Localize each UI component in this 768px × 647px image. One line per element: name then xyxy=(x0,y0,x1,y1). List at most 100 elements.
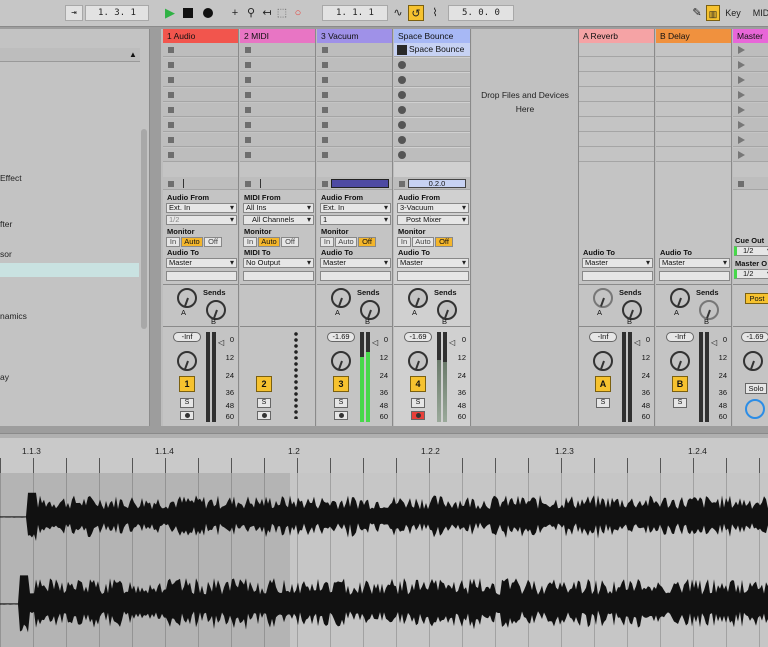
clip-slot[interactable] xyxy=(240,58,315,72)
session-record-icon[interactable]: ○ xyxy=(291,5,305,21)
loop-icon[interactable]: ↺ xyxy=(408,5,424,21)
output-select[interactable]: Master xyxy=(582,258,653,268)
browser-item[interactable]: sor xyxy=(0,249,12,259)
output-sub-select[interactable] xyxy=(243,271,314,281)
master-out-select[interactable]: 1/2 xyxy=(734,269,768,279)
output-select[interactable]: No Output xyxy=(243,258,314,268)
track-activator[interactable]: 4 xyxy=(410,376,426,392)
volume-field[interactable]: -Inf xyxy=(589,332,617,342)
monitor-off[interactable]: Off xyxy=(435,237,453,247)
solo-button[interactable]: S xyxy=(411,398,425,408)
input-type-select[interactable]: All Ins xyxy=(243,203,314,213)
clip-slot[interactable] xyxy=(163,58,238,72)
solo-button[interactable]: Solo xyxy=(745,383,767,394)
track-activator[interactable]: 3 xyxy=(333,376,349,392)
monitor-auto[interactable]: Auto xyxy=(181,237,203,247)
punch-out-icon[interactable]: ⌇ xyxy=(428,5,442,21)
send-a-knob[interactable] xyxy=(670,288,690,308)
pan-knob[interactable] xyxy=(331,351,351,371)
pan-knob[interactable] xyxy=(177,351,197,371)
pan-knob[interactable] xyxy=(670,351,690,371)
browser-selected-row[interactable] xyxy=(0,263,139,277)
key-map-button[interactable]: Key xyxy=(724,5,742,21)
clip-slot[interactable] xyxy=(317,133,392,147)
volume-field[interactable]: -1.69 xyxy=(404,332,432,342)
clip-slot[interactable] xyxy=(163,118,238,132)
input-channel-select[interactable]: 1 xyxy=(320,215,391,225)
clip-slot[interactable] xyxy=(317,73,392,87)
output-sub-select[interactable] xyxy=(397,271,469,281)
clip-slot[interactable] xyxy=(240,118,315,132)
track-title[interactable]: Master xyxy=(733,29,768,43)
track-activator[interactable]: A xyxy=(595,376,611,392)
back-to-arrangement-icon[interactable]: ↤ xyxy=(260,5,274,21)
scene-launch[interactable] xyxy=(733,148,768,162)
clip-slot[interactable] xyxy=(163,43,238,57)
output-select[interactable]: Master xyxy=(397,258,469,268)
track-activator[interactable]: 1 xyxy=(179,376,195,392)
clip-slot[interactable] xyxy=(317,118,392,132)
monitor-auto[interactable]: Auto xyxy=(258,237,280,247)
clip-slot[interactable] xyxy=(317,43,392,57)
arrangement-ruler[interactable]: 1.1.3 1.1.4 1.2 1.2.2 1.2.3 1.2.4 xyxy=(0,433,768,474)
clip-slot[interactable] xyxy=(394,73,470,87)
clip-slot[interactable] xyxy=(240,73,315,87)
clip-stop-row[interactable] xyxy=(163,177,238,190)
input-channel-select[interactable]: Post Mixer xyxy=(397,215,469,225)
drop-zone[interactable]: Drop Files and Devices Here xyxy=(472,29,579,426)
pan-knob[interactable] xyxy=(743,351,763,371)
stop-all-clips[interactable] xyxy=(733,177,768,190)
play-icon[interactable]: ▶ xyxy=(163,5,177,21)
browser-item[interactable]: namics xyxy=(0,311,27,321)
volume-field[interactable]: -1.69 xyxy=(741,332,768,342)
input-type-select[interactable]: Ext. In xyxy=(320,203,391,213)
monitor-in[interactable]: In xyxy=(320,237,334,247)
track-activator[interactable]: B xyxy=(672,376,688,392)
record-button[interactable] xyxy=(201,5,215,21)
clip-slot[interactable] xyxy=(163,73,238,87)
output-sub-select[interactable] xyxy=(582,271,653,281)
automation-arm-icon[interactable]: ⚲ xyxy=(244,5,258,21)
clip-slot[interactable] xyxy=(163,88,238,102)
output-select[interactable]: Master xyxy=(166,258,237,268)
track-title[interactable]: A Reverb xyxy=(579,29,654,43)
track-title[interactable]: Space Bounce xyxy=(394,29,470,43)
clip-launch-icon[interactable] xyxy=(397,45,407,55)
scene-launch[interactable] xyxy=(733,118,768,132)
monitor-off[interactable]: Off xyxy=(204,237,222,247)
monitor-auto[interactable]: Auto xyxy=(412,237,434,247)
monitor-in[interactable]: In xyxy=(243,237,257,247)
send-a-knob[interactable] xyxy=(408,288,428,308)
midi-map-button[interactable]: MID xyxy=(751,5,768,21)
volume-field[interactable]: -1.69 xyxy=(327,332,355,342)
arm-button[interactable] xyxy=(180,411,194,420)
clip-slot[interactable] xyxy=(163,103,238,117)
solo-button[interactable]: S xyxy=(334,398,348,408)
clip-name[interactable]: Space Bounce xyxy=(409,44,464,54)
input-type-select[interactable]: Ext. In xyxy=(166,203,237,213)
clip-stop-row[interactable] xyxy=(240,177,315,190)
scene-launch[interactable] xyxy=(733,43,768,57)
overdub-icon[interactable]: + xyxy=(228,5,242,21)
input-channel-select[interactable]: 1/2 xyxy=(166,215,237,225)
clip-slot[interactable] xyxy=(394,133,470,147)
clip-slot[interactable] xyxy=(240,133,315,147)
solo-button[interactable]: S xyxy=(257,398,271,408)
send-a-knob[interactable] xyxy=(177,288,197,308)
monitor-in[interactable]: In xyxy=(397,237,411,247)
loop-start[interactable]: 1. 1. 1 xyxy=(322,5,388,21)
send-a-knob[interactable] xyxy=(331,288,351,308)
clip-stop-row[interactable]: 0.2.0 xyxy=(394,177,470,190)
track-title[interactable]: B Delay xyxy=(656,29,731,43)
track-title[interactable]: 1 Audio xyxy=(163,29,238,43)
punch-in-icon[interactable]: ∿ xyxy=(391,5,405,21)
clip-slot[interactable] xyxy=(240,148,315,162)
clip-slot[interactable] xyxy=(317,88,392,102)
post-toggle[interactable]: Post xyxy=(745,293,768,304)
keyboard-icon[interactable]: ▥ xyxy=(706,5,720,21)
browser-item[interactable]: Effect xyxy=(0,173,22,183)
solo-button[interactable]: S xyxy=(180,398,194,408)
clip-slot[interactable] xyxy=(163,133,238,147)
clip-slot[interactable] xyxy=(240,43,315,57)
solo-button[interactable]: S xyxy=(596,398,610,408)
